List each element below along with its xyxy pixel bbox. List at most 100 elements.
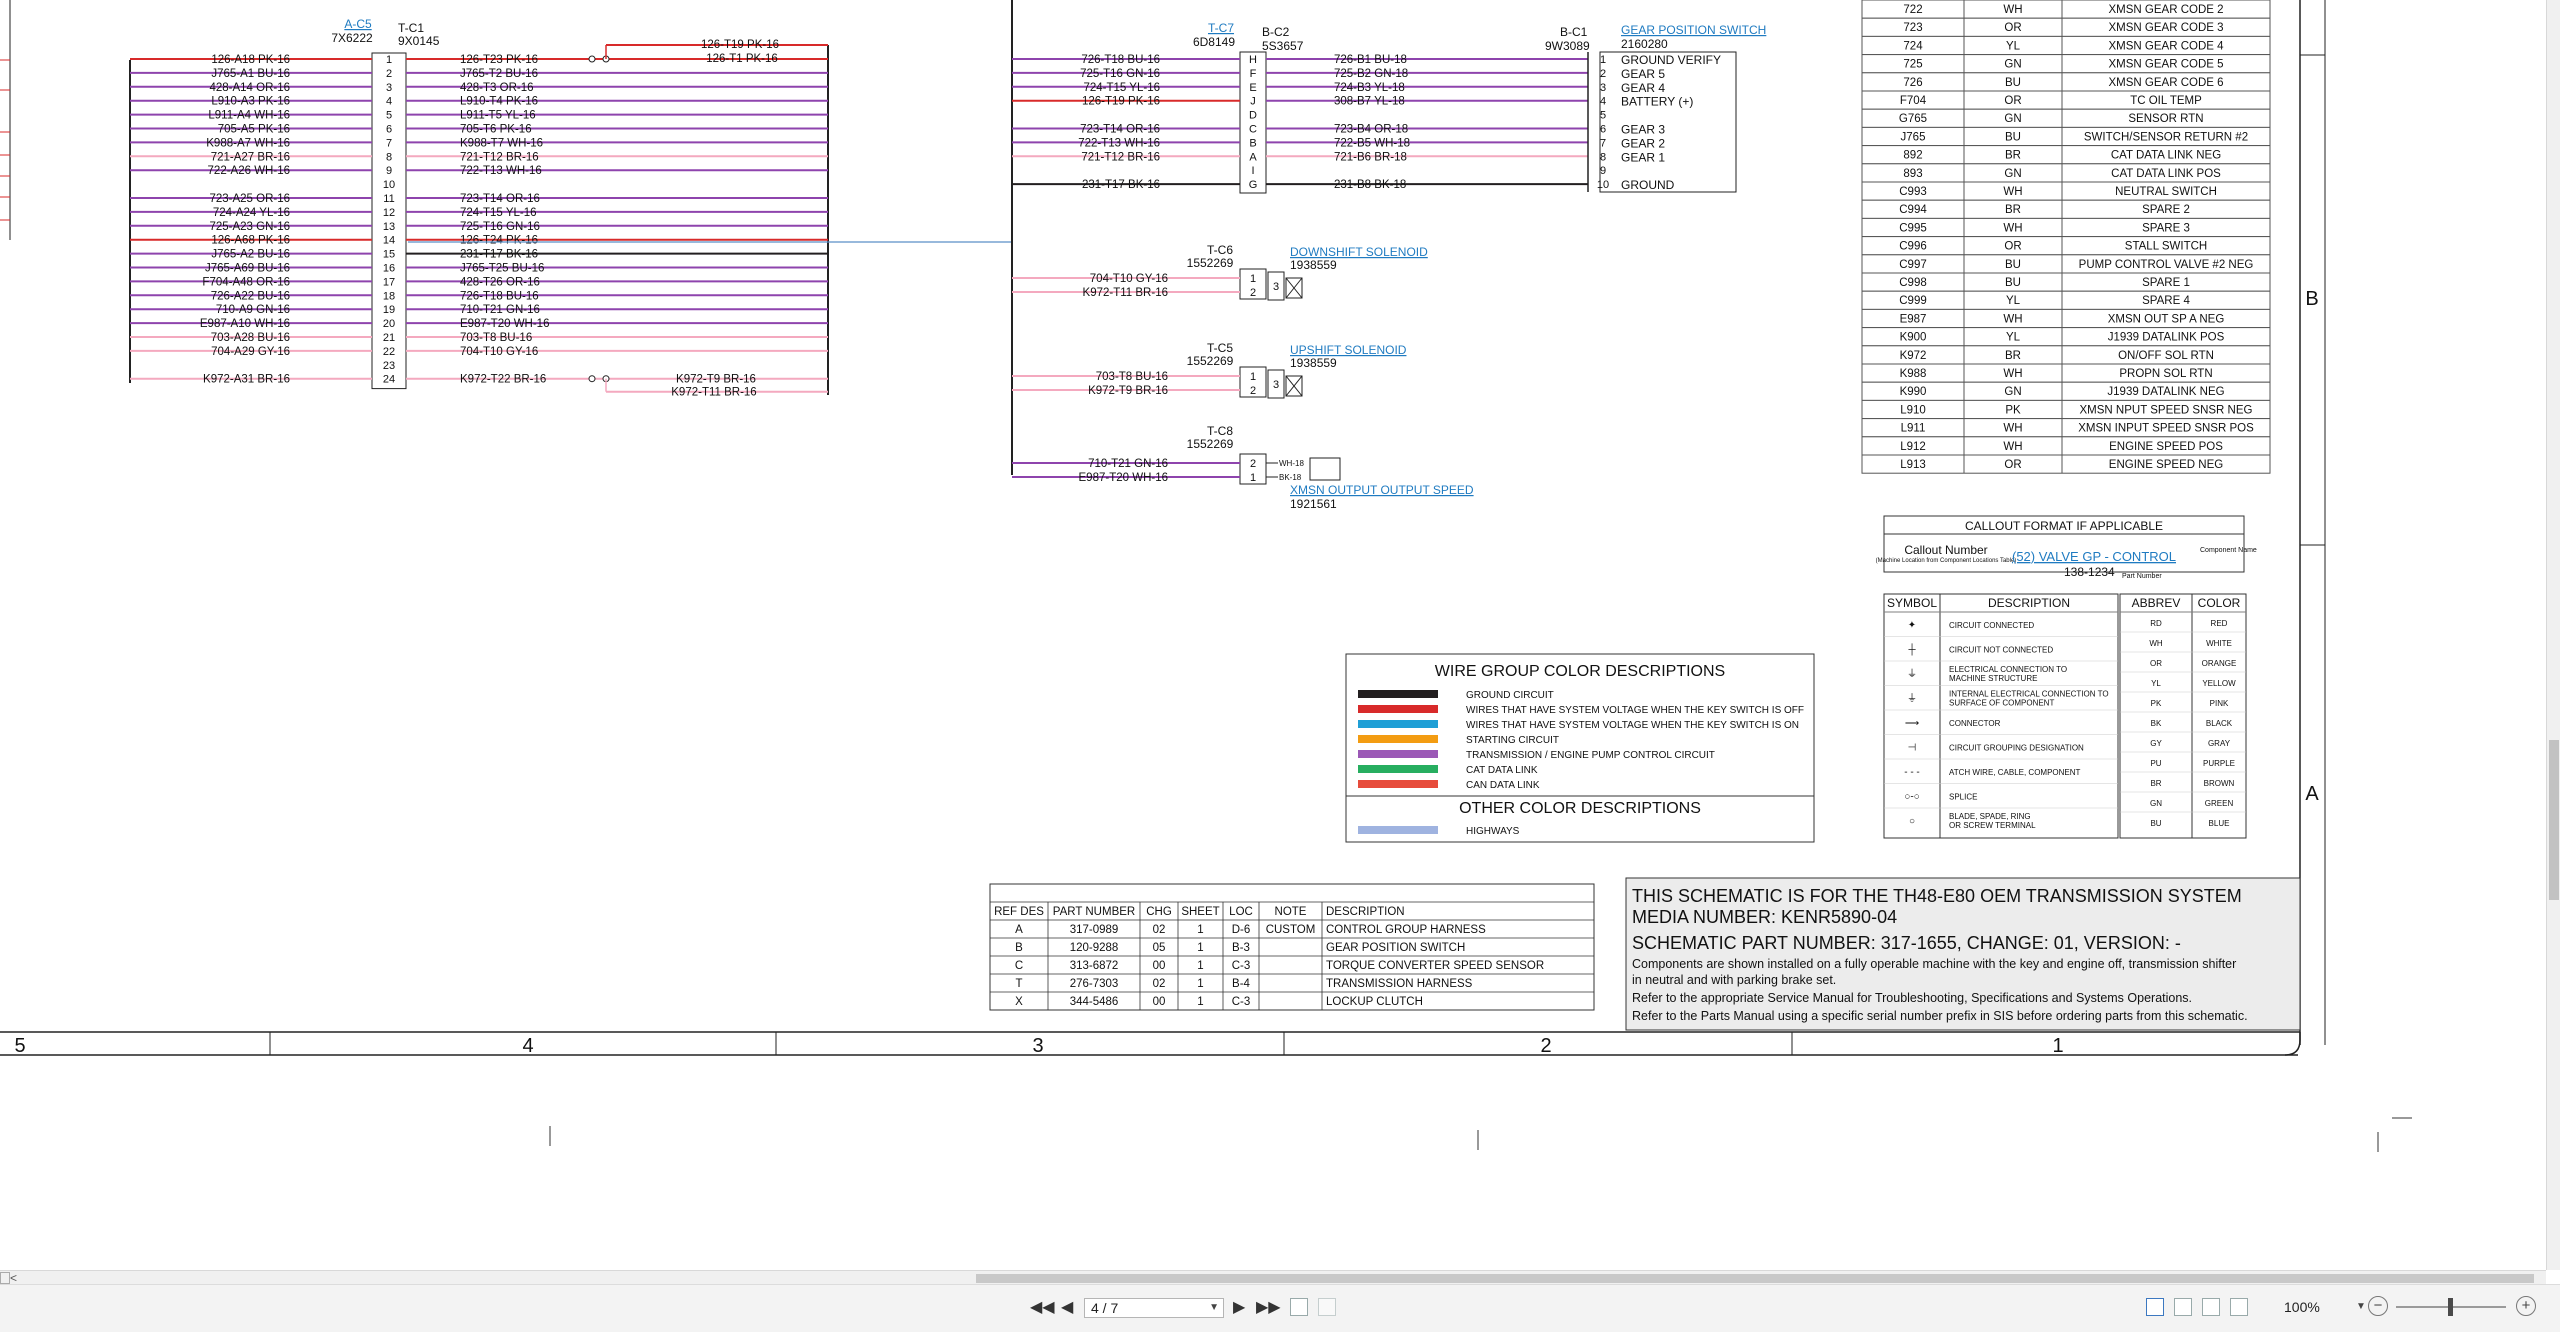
tc1-left-wire-label: 723-A25 OR-16 [209, 193, 290, 205]
page-number-text: 4 / 7 [1091, 1300, 1119, 1316]
part-table-header: DESCRIPTION [1326, 906, 1405, 918]
zoom-out-icon[interactable]: − [2368, 1296, 2388, 1316]
part-table-header: CHG [1146, 906, 1172, 918]
tc1-right-wire-label: 710-T21 GN-16 [460, 304, 540, 316]
wire-group-swatch [1358, 735, 1438, 743]
splice-top-label: 126-T1 PK-16 [706, 53, 778, 65]
abbrev-code: RD [2150, 619, 2162, 628]
abbrev-code: BR [2150, 779, 2161, 788]
gear-switch-link[interactable]: GEAR POSITION SWITCH [1621, 23, 1766, 37]
symbol-glyph: ○-○ [1904, 792, 1919, 803]
tc5-component-part: 1938559 [1290, 356, 1337, 370]
next-page-icon[interactable]: ▶ [1233, 1299, 1245, 1317]
circuit-number: E987 [1900, 313, 1927, 325]
zone-label-bottom: 2 [1540, 1035, 1551, 1057]
single-page-view-icon[interactable] [2146, 1298, 2164, 1316]
vertical-scrollbar[interactable] [2546, 0, 2560, 1270]
tc6-pin-label: 2 [1250, 287, 1256, 299]
callout-part-number-label: Part Number [2122, 573, 2162, 580]
bc1-pin-label: 3 [1600, 82, 1606, 94]
abbrev-color: BLACK [2206, 719, 2233, 728]
bc2-right-wire-label: 721-B6 BR-18 [1334, 151, 1407, 163]
callout-example-link[interactable]: (52) VALVE GP - CONTROL [2012, 549, 2176, 564]
circuit-description: SPARE 1 [2142, 277, 2190, 289]
zoom-level[interactable]: 100% [2284, 1299, 2320, 1315]
part-table-cell: B [1015, 942, 1023, 954]
tc1-left-wire-label: L911-A4 WH-16 [208, 110, 290, 122]
scroll-left-icon[interactable]: < [10, 1271, 22, 1285]
wire-group-label: CAN DATA LINK [1466, 780, 1540, 791]
bc1-pin-label: 9 [1600, 165, 1606, 177]
tc5-component-link[interactable]: UPSHIFT SOLENOID [1290, 343, 1407, 357]
circuit-description: PROPN SOL RTN [2119, 368, 2212, 380]
bc1-pin-label: 8 [1600, 151, 1606, 163]
last-page-icon[interactable]: ▶▶ [1256, 1299, 1281, 1317]
page-dropdown-icon[interactable]: ▼ [1209, 1299, 1219, 1317]
schematic-drawing: A-C57X6222T-C19X01451126-A18 PK-16 126-T2… [0, 0, 2412, 1152]
abbrev-color: BLUE [2209, 819, 2230, 828]
two-page-view-icon[interactable] [2202, 1298, 2220, 1316]
zoom-in-icon[interactable]: + [2516, 1296, 2536, 1316]
tc5-solenoid-pin: 3 [1273, 379, 1279, 391]
gear-switch-part: 2160280 [1621, 37, 1668, 51]
first-page-icon[interactable]: ◀◀ [1030, 1299, 1055, 1317]
copy-icon[interactable] [1318, 1298, 1336, 1316]
zoom-slider-thumb[interactable] [2448, 1298, 2453, 1316]
continuous-view-icon[interactable] [2174, 1298, 2192, 1316]
schematic-part-number: SCHEMATIC PART NUMBER: 317-1655, CHANGE:… [1632, 933, 2181, 953]
tc7-left-wire-label: 722-T13 WH-16 [1078, 137, 1160, 149]
circuit-color: WH [2003, 313, 2022, 325]
abbrev-code: GN [2150, 799, 2162, 808]
circuit-description: SPARE 3 [2142, 222, 2190, 234]
two-page-continuous-view-icon[interactable] [2230, 1298, 2248, 1316]
bc1-pin-label: 2 [1600, 68, 1606, 80]
wire-group-label: WIRES THAT HAVE SYSTEM VOLTAGE WHEN THE … [1466, 720, 1799, 731]
tc1-pin-label: 13 [383, 221, 395, 233]
circuit-number: C997 [1899, 259, 1927, 271]
vertical-scrollbar-thumb[interactable] [2549, 740, 2559, 900]
circuit-description: ENGINE SPEED POS [2109, 441, 2223, 453]
previous-page-icon[interactable]: ◀ [1061, 1299, 1073, 1317]
tc7-pin-label: F [1250, 68, 1257, 80]
horizontal-scrollbar[interactable]: < [0, 1270, 2546, 1285]
tc7-pin-label: H [1249, 54, 1257, 66]
symbol-glyph: - - - [1904, 767, 1920, 778]
horizontal-scrollbar-thumb[interactable] [976, 1274, 2534, 1283]
tc5-pin-label: 2 [1250, 385, 1256, 397]
bc2-right-wire-label: 231-B8 BK-18 [1334, 179, 1406, 191]
tc8-component-link[interactable]: XMSN OUTPUT OUTPUT SPEED [1290, 483, 1474, 497]
tc1-left-wire-label: 126-A18 PK-16 [211, 54, 290, 66]
tc1-left-wire-label: L910-A3 PK-16 [211, 96, 290, 108]
symbol-description: CIRCUIT NOT CONNECTED [1949, 646, 2053, 655]
symbol-description: INTERNAL ELECTRICAL CONNECTION TO [1949, 690, 2109, 699]
part-table-cell: 317-0989 [1070, 924, 1119, 936]
page-number-field[interactable]: 4 / 7 ▼ [1084, 1298, 1224, 1318]
tc6-pin-label: 1 [1250, 273, 1256, 285]
bc1-pin-label: 4 [1600, 96, 1606, 108]
wire-group-swatch [1358, 765, 1438, 773]
tc1-right-wire-label: 722-T13 WH-16 [460, 165, 542, 177]
part-table-cell: C-3 [1232, 996, 1251, 1008]
circuit-number: L911 [1901, 423, 1926, 435]
ac5-link[interactable]: A-C5 [344, 17, 372, 31]
circuit-number: 726 [1903, 77, 1922, 89]
zoom-dropdown-icon[interactable]: ▼ [2356, 1301, 2366, 1312]
callout-component-name: Component Name [2200, 547, 2257, 554]
part-table-cell: CONTROL GROUP HARNESS [1326, 924, 1486, 936]
wire-group-swatch [1358, 705, 1438, 713]
tc6-component-link[interactable]: DOWNSHIFT SOLENOID [1290, 245, 1428, 259]
tc1-left-wire-label: 724-A24 YL-16 [213, 207, 290, 219]
circuit-color: OR [2004, 22, 2021, 34]
zone-label-bottom: 3 [1032, 1035, 1043, 1057]
circuit-description: XMSN INPUT SPEED SNSR POS [2078, 423, 2254, 435]
part-table-header: SHEET [1181, 906, 1219, 918]
tc7-link[interactable]: T-C7 [1208, 21, 1234, 35]
part-table-cell: CUSTOM [1266, 924, 1316, 936]
tc1-pin-label: 24 [383, 374, 395, 386]
snapshot-icon[interactable] [1290, 1298, 1308, 1316]
callout-title: CALLOUT FORMAT IF APPLICABLE [1965, 519, 2163, 533]
wire-group-swatch [1358, 780, 1438, 788]
symbol-description: ELECTRICAL CONNECTION TO [1949, 665, 2067, 674]
tc1-right-wire-label: 704-T10 GY-16 [460, 346, 538, 358]
tc1-right-wire-label: 705-T6 PK-16 [460, 124, 532, 136]
